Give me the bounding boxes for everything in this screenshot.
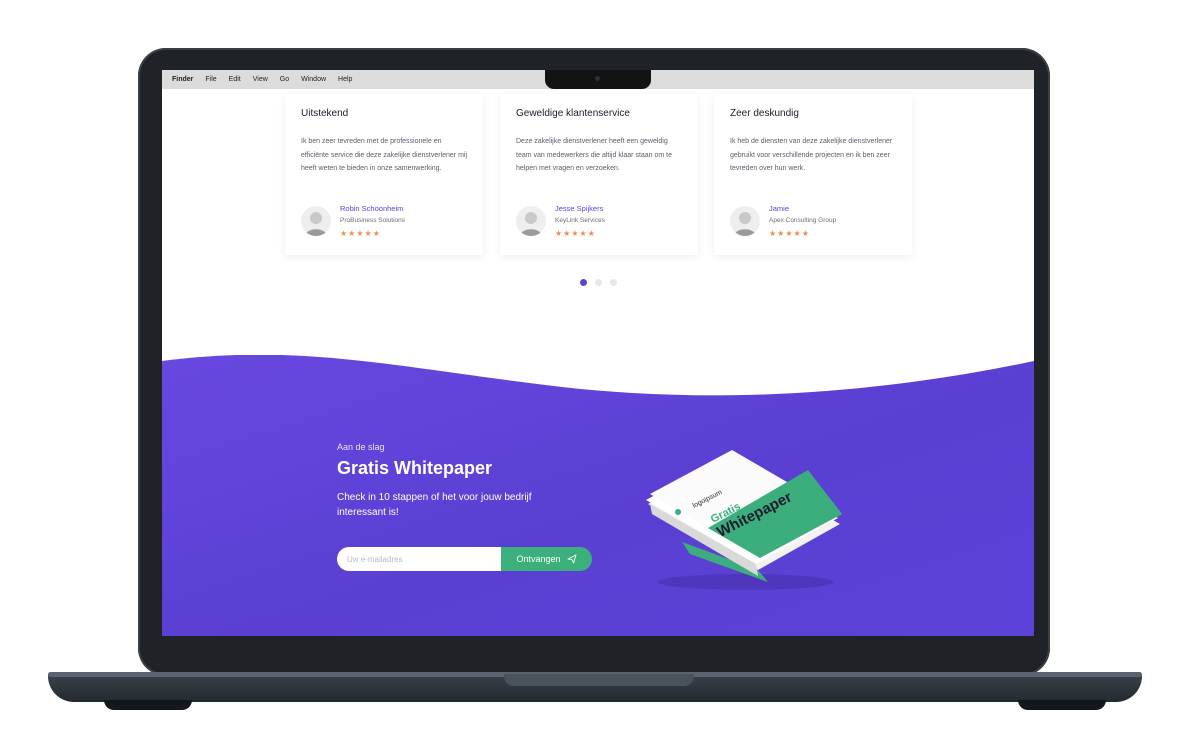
screen: Finder File Edit View Go Window Help Uit… <box>162 70 1034 636</box>
reviewer-company: Apex Consulting Group <box>769 217 837 224</box>
carousel-pagination <box>580 279 617 286</box>
laptop-foot-right <box>1018 700 1106 710</box>
reviewer-company: KeyLink Services <box>555 217 605 224</box>
cta-background <box>162 355 1034 636</box>
testimonial-card: Uitstekend Ik ben zeer tevreden met de p… <box>285 94 483 255</box>
menu-finder[interactable]: Finder <box>172 76 193 83</box>
person-icon <box>734 212 756 236</box>
menu-help[interactable]: Help <box>338 76 352 83</box>
testimonial-title: Zeer deskundig <box>730 108 799 119</box>
testimonial-text: Ik ben zeer tevreden met de professionel… <box>301 138 468 173</box>
reviewer-name[interactable]: Jesse Spijkers <box>555 204 603 213</box>
carousel-dot-2[interactable] <box>595 279 602 286</box>
testimonial-title: Uitstekend <box>301 108 349 119</box>
testimonial-text: Ik heb de diensten van deze zakelijke di… <box>730 138 893 173</box>
whitepaper-booklet: logoipsum Gratis Whitepaper <box>646 450 842 590</box>
booklet-logo-icon <box>675 509 681 515</box>
reviewer-name[interactable]: Robin Schoonheim <box>340 204 403 213</box>
submit-button-label: Ontvangen <box>516 554 561 564</box>
reviewer-name[interactable]: Jamie <box>769 204 789 213</box>
person-icon <box>305 212 327 236</box>
email-input[interactable] <box>337 547 503 571</box>
laptop-opening-groove <box>504 674 694 686</box>
testimonial-card: Geweldige klantenservice Deze zakelijke … <box>500 94 698 255</box>
star-rating: ★★★★★ <box>555 229 596 238</box>
cta-title: Gratis Whitepaper <box>337 458 493 478</box>
menu-view[interactable]: View <box>253 76 268 83</box>
testimonial-title: Geweldige klantenservice <box>516 108 630 119</box>
camera-icon <box>595 76 600 81</box>
avatar <box>516 206 546 236</box>
testimonial-card: Zeer deskundig Ik heb de diensten van de… <box>714 94 912 255</box>
avatar <box>301 206 331 236</box>
menu-window[interactable]: Window <box>301 76 326 83</box>
carousel-dot-3[interactable] <box>610 279 617 286</box>
carousel-dot-1[interactable] <box>580 279 587 286</box>
reviewer-company: ProBusiness Solutions <box>340 217 406 224</box>
laptop-foot-left <box>104 700 192 710</box>
menu-file[interactable]: File <box>205 76 216 83</box>
camera-notch <box>545 70 651 89</box>
send-icon <box>567 554 576 564</box>
star-rating: ★★★★★ <box>340 229 381 238</box>
cta-eyebrow: Aan de slag <box>337 442 385 452</box>
cta-description: Check in 10 stappen of het voor jouw bed… <box>337 492 532 518</box>
menu-edit[interactable]: Edit <box>229 76 241 83</box>
avatar <box>730 206 760 236</box>
testimonial-text: Deze zakelijke dienstverlener heeft een … <box>516 138 673 173</box>
submit-button[interactable]: Ontvangen <box>501 547 592 571</box>
person-icon <box>520 212 542 236</box>
menu-go[interactable]: Go <box>280 76 289 83</box>
star-rating: ★★★★★ <box>769 229 810 238</box>
